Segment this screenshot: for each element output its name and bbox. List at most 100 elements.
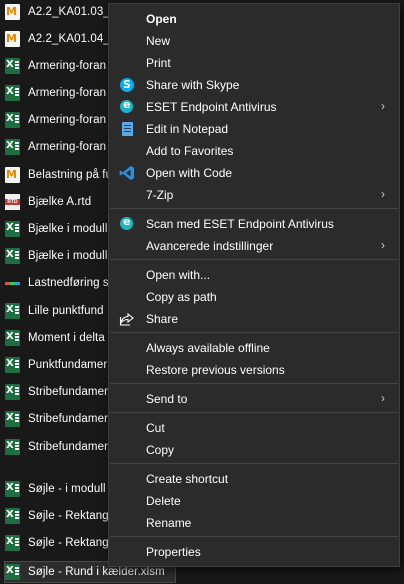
menu-item-cut[interactable]: Cut <box>109 417 399 439</box>
file-name: A2.2_KA01.03_B <box>28 6 118 18</box>
file-name: Søjle - Rektangu <box>28 537 116 549</box>
menu-item-new[interactable]: New <box>109 30 399 52</box>
rtd-file-icon <box>5 194 20 210</box>
menu-item-scan-eset[interactable]: Scan med ESET Endpoint Antivirus <box>109 213 399 235</box>
eset-icon <box>120 215 133 230</box>
menu-item-label: Share <box>146 312 179 326</box>
menu-item-label: Edit in Notepad <box>146 122 229 136</box>
menu-item-label: 7-Zip <box>146 188 174 202</box>
excel-icon <box>5 139 20 155</box>
menu-item-open[interactable]: Open <box>109 8 399 30</box>
menu-separator <box>110 332 398 333</box>
file-name: Moment i delta <box>28 332 105 344</box>
menu-item-label: Open with... <box>146 268 211 282</box>
context-menu: Open New Print Share with Skype ESET End… <box>108 3 400 567</box>
excel-icon <box>5 58 20 74</box>
menu-item-label: Open with Code <box>146 166 233 180</box>
menu-item-copy-path[interactable]: Copy as path <box>109 286 399 308</box>
vscode-icon <box>119 165 135 181</box>
menu-item-send-to[interactable]: Send to › <box>109 388 399 410</box>
notepad-icon <box>122 122 133 136</box>
excel-icon <box>5 248 20 264</box>
eset-icon <box>120 98 133 113</box>
chevron-right-icon: › <box>381 391 385 405</box>
menu-separator <box>110 383 398 384</box>
menu-item-label: Print <box>146 56 171 70</box>
file-name: Armering-foran <box>28 60 107 72</box>
menu-item-print[interactable]: Print <box>109 52 399 74</box>
excel-icon <box>5 112 20 128</box>
file-name: Søjle - Rund i kælder.xlsm <box>28 566 165 578</box>
mathcad-icon <box>5 31 20 47</box>
menu-item-7zip[interactable]: 7-Zip › <box>109 184 399 206</box>
menu-item-label: Create shortcut <box>146 472 229 486</box>
menu-item-label: Copy as path <box>146 290 217 304</box>
menu-item-open-code[interactable]: Open with Code <box>109 162 399 184</box>
excel-icon <box>5 411 20 427</box>
file-name: Armering-foran <box>28 87 107 99</box>
skype-icon <box>120 78 134 92</box>
menu-separator <box>110 208 398 209</box>
menu-item-label: Always available offline <box>146 341 270 355</box>
file-name: Søjle - Rektangu <box>28 510 116 522</box>
excel-icon <box>5 384 20 400</box>
load-file-icon <box>5 275 20 291</box>
mathcad-icon <box>5 4 20 20</box>
chevron-right-icon: › <box>381 187 385 201</box>
menu-separator <box>110 463 398 464</box>
menu-item-label: Open <box>146 12 177 26</box>
menu-item-rename[interactable]: Rename <box>109 512 399 534</box>
menu-item-label: Avancerede indstillinger <box>146 239 274 253</box>
file-name: A2.2_KA01.04_B <box>28 33 118 45</box>
file-name: Lastnedføring s <box>28 277 109 289</box>
menu-item-label: Copy <box>146 443 175 457</box>
excel-icon <box>5 481 20 497</box>
menu-item-label: Cut <box>146 421 165 435</box>
menu-item-label: Add to Favorites <box>146 144 234 158</box>
menu-item-label: Scan med ESET Endpoint Antivirus <box>146 217 334 231</box>
menu-item-edit-notepad[interactable]: Edit in Notepad <box>109 118 399 140</box>
menu-separator <box>110 536 398 537</box>
menu-item-add-favorites[interactable]: Add to Favorites <box>109 140 399 162</box>
excel-icon <box>5 508 20 524</box>
menu-item-copy[interactable]: Copy <box>109 439 399 461</box>
menu-item-label: Properties <box>146 545 201 559</box>
excel-icon <box>5 330 20 346</box>
excel-icon <box>5 535 20 551</box>
excel-icon <box>5 85 20 101</box>
menu-item-open-with[interactable]: Open with... <box>109 264 399 286</box>
menu-item-delete[interactable]: Delete <box>109 490 399 512</box>
file-name: Bjælke A.rtd <box>28 196 92 208</box>
chevron-right-icon: › <box>381 99 385 113</box>
menu-item-label: Share with Skype <box>146 78 240 92</box>
share-icon <box>119 311 135 327</box>
menu-item-share-skype[interactable]: Share with Skype <box>109 74 399 96</box>
menu-item-properties[interactable]: Properties <box>109 541 399 563</box>
file-name: Armering-foran <box>28 114 107 126</box>
menu-separator <box>110 412 398 413</box>
excel-icon <box>5 439 20 455</box>
file-name: Bjælke i modull <box>28 250 108 262</box>
menu-item-label: Rename <box>146 516 192 530</box>
menu-item-eset[interactable]: ESET Endpoint Antivirus › <box>109 96 399 118</box>
menu-item-label: Restore previous versions <box>146 363 285 377</box>
file-name: Bjælke i modull <box>28 223 108 235</box>
excel-icon <box>5 564 20 580</box>
excel-icon <box>5 303 20 319</box>
file-name: Belastning på fu <box>28 169 113 181</box>
excel-icon <box>5 221 20 237</box>
menu-item-restore[interactable]: Restore previous versions <box>109 359 399 381</box>
menu-item-advanced[interactable]: Avancerede indstillinger › <box>109 235 399 257</box>
menu-item-create-shortcut[interactable]: Create shortcut <box>109 468 399 490</box>
menu-item-label: ESET Endpoint Antivirus <box>146 100 277 114</box>
menu-item-label: Delete <box>146 494 181 508</box>
menu-item-offline[interactable]: Always available offline <box>109 337 399 359</box>
file-name: Stribefundamer <box>28 413 109 425</box>
file-name: Lille punktfund <box>28 305 104 317</box>
file-name: Armering-foran <box>28 141 107 153</box>
file-name: Søjle - i modull <box>28 483 106 495</box>
file-name: Stribefundamer <box>28 386 109 398</box>
excel-icon <box>5 357 20 373</box>
menu-item-share[interactable]: Share <box>109 308 399 330</box>
menu-item-label: New <box>146 34 171 48</box>
